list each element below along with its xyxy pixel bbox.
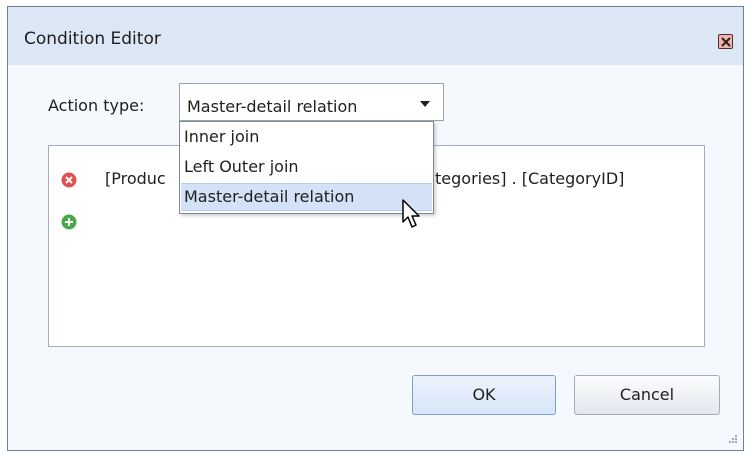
cancel-button[interactable]: Cancel (574, 375, 720, 415)
ok-button[interactable]: OK (412, 375, 556, 415)
action-type-dropdown: Inner join Left Outer join Master-detail… (179, 121, 434, 214)
condition-editor-dialog: Condition Editor Action type: Master-det… (7, 6, 744, 451)
add-icon[interactable] (61, 214, 77, 230)
close-icon[interactable] (718, 34, 733, 49)
condition-left-field[interactable]: [Produc (105, 169, 166, 188)
condition-right-field[interactable]: tegories] . [CategoryID] (435, 169, 624, 188)
mouse-cursor-icon (402, 199, 420, 228)
action-type-select[interactable]: Master-detail relation (179, 83, 444, 121)
action-type-label: Action type: (48, 96, 145, 115)
dialog-titlebar: Condition Editor (8, 7, 743, 65)
action-type-value: Master-detail relation (187, 97, 358, 116)
dropdown-option-left-outer-join[interactable]: Left Outer join (181, 153, 432, 181)
chevron-down-icon (420, 101, 430, 107)
resize-grip-icon[interactable] (728, 434, 738, 444)
remove-icon[interactable] (61, 172, 77, 188)
dropdown-option-inner-join[interactable]: Inner join (181, 123, 432, 151)
dropdown-option-master-detail[interactable]: Master-detail relation (181, 183, 432, 211)
dialog-title: Condition Editor (24, 29, 161, 49)
